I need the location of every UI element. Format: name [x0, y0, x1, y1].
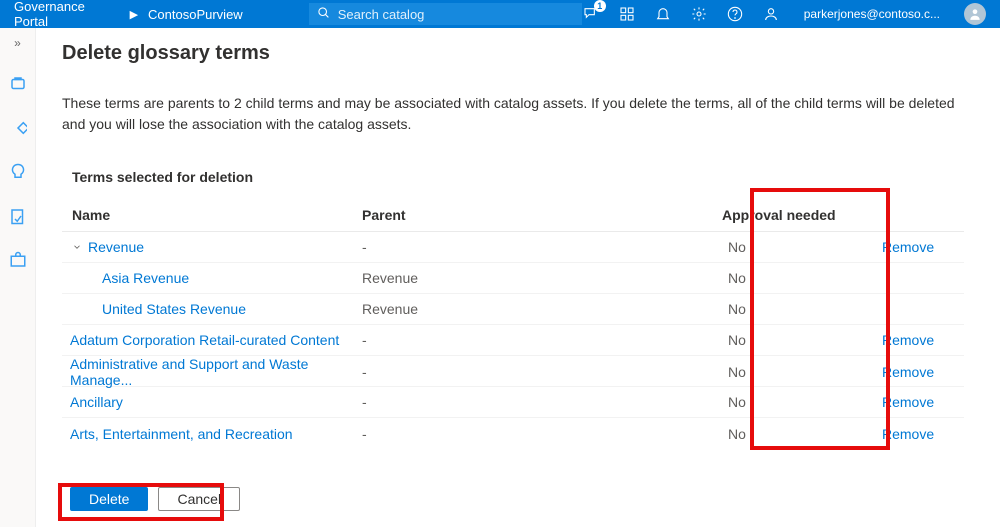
cell-approval: No	[722, 270, 862, 286]
column-header-name[interactable]: Name	[62, 207, 362, 223]
cell-parent: -	[362, 394, 722, 410]
delete-button[interactable]: Delete	[70, 487, 148, 511]
person-icon[interactable]	[762, 5, 780, 23]
cell-name: Asia Revenue	[62, 270, 362, 286]
top-icons: 1 parkerjones@contoso.c...	[582, 3, 992, 25]
cell-parent: -	[362, 239, 722, 255]
search-box[interactable]	[309, 3, 582, 25]
section-heading: Terms selected for deletion	[62, 169, 964, 185]
page-description: These terms are parents to 2 child terms…	[62, 93, 964, 135]
help-icon[interactable]	[726, 5, 744, 23]
cell-name: Administrative and Support and Waste Man…	[62, 356, 362, 388]
content-area: Delete glossary terms These terms are pa…	[36, 28, 1000, 527]
term-link[interactable]: Arts, Entertainment, and Recreation	[70, 426, 293, 442]
cell-parent: Revenue	[362, 270, 722, 286]
term-link[interactable]: United States Revenue	[102, 301, 246, 317]
search-icon	[317, 6, 330, 22]
cell-name: Arts, Entertainment, and Recreation	[62, 426, 362, 442]
bell-icon[interactable]	[654, 5, 672, 23]
avatar[interactable]	[964, 3, 986, 25]
cell-parent: -	[362, 332, 722, 348]
nav-item-3[interactable]	[8, 162, 28, 182]
column-header-approval[interactable]: Approval needed	[722, 207, 862, 223]
search-input[interactable]	[338, 7, 574, 22]
cell-parent: Revenue	[362, 301, 722, 317]
left-nav: »	[0, 28, 36, 527]
terms-table: Name Parent Approval needed Revenue-NoRe…	[62, 201, 964, 449]
cell-approval: No	[722, 394, 862, 410]
top-bar: Governance Portal ▶ ContosoPurview 1 par…	[0, 0, 1000, 28]
cell-approval: No	[722, 239, 862, 255]
breadcrumb-separator: ▶	[130, 8, 138, 21]
table-row: Revenue -NoRemove	[62, 232, 964, 263]
nav-item-1[interactable]	[8, 74, 28, 94]
table-row: Adatum Corporation Retail-curated Conten…	[62, 325, 964, 356]
remove-link[interactable]: Remove	[862, 239, 964, 255]
button-bar: Delete Cancel	[62, 479, 248, 519]
table-row: Administrative and Support and Waste Man…	[62, 356, 964, 387]
page-title: Delete glossary terms	[62, 42, 964, 65]
table-header-row: Name Parent Approval needed	[62, 201, 964, 232]
remove-link[interactable]: Remove	[862, 394, 964, 410]
cell-name: Revenue	[62, 239, 362, 255]
breadcrumb-item[interactable]: ContosoPurview	[142, 7, 249, 22]
remove-link[interactable]: Remove	[862, 332, 964, 348]
user-email[interactable]: parkerjones@contoso.c...	[804, 7, 940, 21]
cell-parent: -	[362, 364, 722, 380]
nav-expand-icon[interactable]: »	[14, 36, 21, 50]
cell-approval: No	[722, 364, 862, 380]
table-row: United States Revenue RevenueNo	[62, 294, 964, 325]
notification-badge: 1	[594, 0, 606, 12]
table-row: Arts, Entertainment, and Recreation -NoRe…	[62, 418, 964, 449]
table-row: Ancillary -NoRemove	[62, 387, 964, 418]
cell-name: United States Revenue	[62, 301, 362, 317]
cell-approval: No	[722, 332, 862, 348]
cancel-button[interactable]: Cancel	[158, 487, 240, 511]
table-row: Asia Revenue RevenueNo	[62, 263, 964, 294]
cell-approval: No	[722, 301, 862, 317]
brand-label[interactable]: Governance Portal	[8, 0, 126, 29]
term-link[interactable]: Ancillary	[70, 394, 123, 410]
cell-parent: -	[362, 426, 722, 442]
remove-link[interactable]: Remove	[862, 426, 964, 442]
gear-icon[interactable]	[690, 5, 708, 23]
term-link[interactable]: Administrative and Support and Waste Man…	[70, 356, 362, 388]
feedback-icon[interactable]: 1	[582, 5, 600, 23]
remove-link[interactable]: Remove	[862, 364, 964, 380]
cell-approval: No	[722, 426, 862, 442]
nav-item-2[interactable]	[8, 118, 28, 138]
apps-icon[interactable]	[618, 5, 636, 23]
term-link[interactable]: Asia Revenue	[102, 270, 189, 286]
chevron-down-icon[interactable]	[70, 242, 84, 252]
term-link[interactable]: Adatum Corporation Retail-curated Conten…	[70, 332, 339, 348]
nav-item-4[interactable]	[8, 206, 28, 226]
column-header-parent[interactable]: Parent	[362, 207, 722, 223]
cell-name: Adatum Corporation Retail-curated Conten…	[62, 332, 362, 348]
cell-name: Ancillary	[62, 394, 362, 410]
term-link[interactable]: Revenue	[88, 239, 144, 255]
nav-item-5[interactable]	[8, 250, 28, 270]
